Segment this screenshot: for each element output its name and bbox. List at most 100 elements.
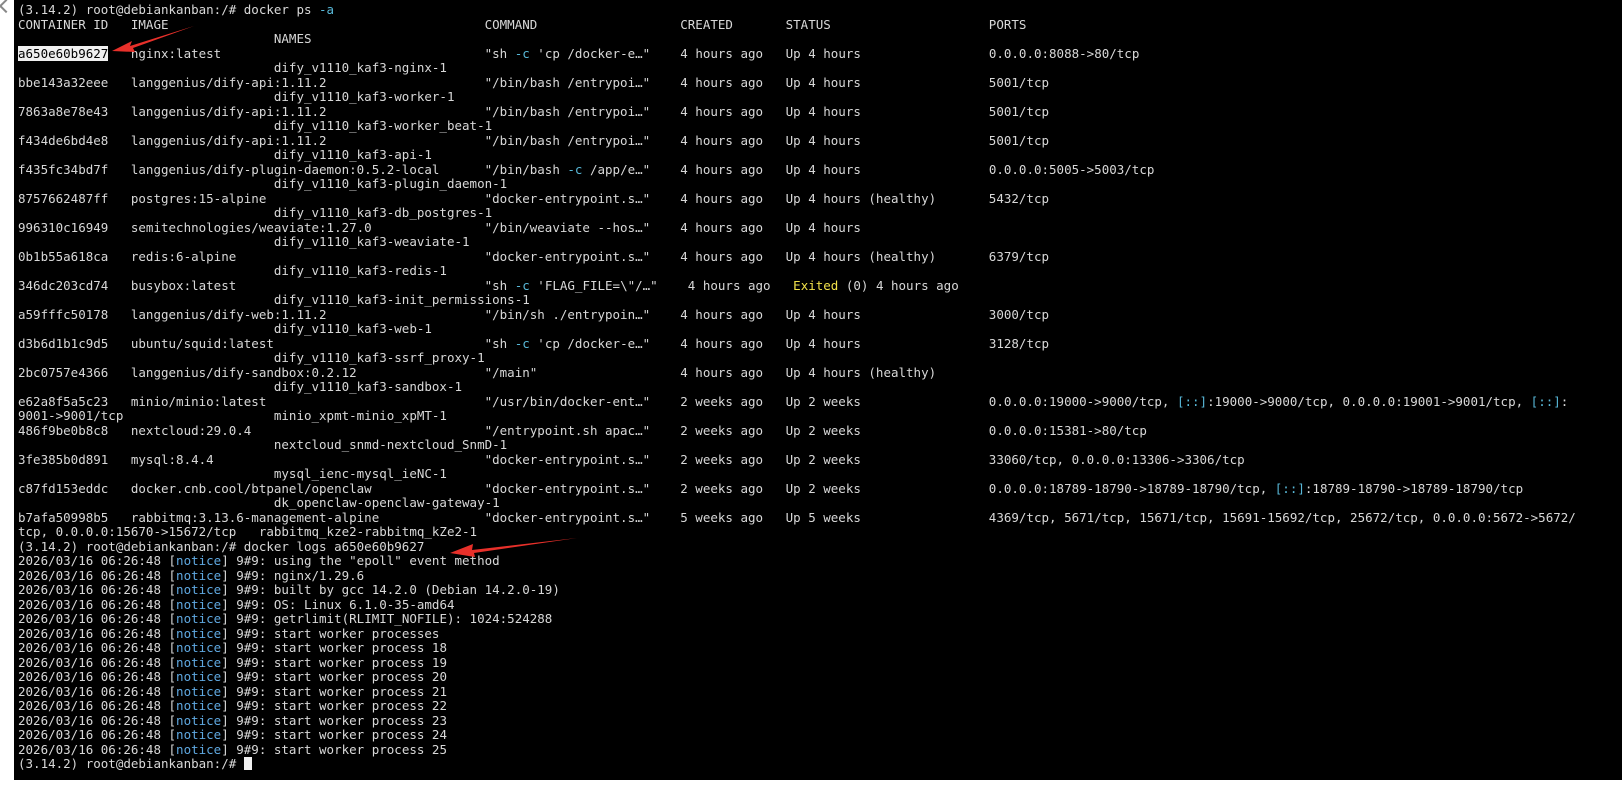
terminal-text-segment: /app/e…" 4 hours ago Up 4 hours 0.0.0.0:… [582,161,1155,177]
terminal-text-segment: 996310c16949 semitechnologies/weaviate:1… [18,219,861,235]
terminal-text-segment: CONTAINER ID IMAGE COMMAND CREATED STATU… [18,16,1027,32]
terminal-window[interactable]: (3.14.2) root@debiankanban:/# docker ps … [14,0,1622,780]
collapse-chevron-icon[interactable] [0,0,14,14]
terminal-text-segment: 'cp /docker-e…" 4 hours ago Up 4 hours 3… [529,335,1050,351]
terminal-text-segment: 2026/03/16 06:26:48 [ [18,640,177,655]
terminal-text-segment: 2026/03/16 06:26:48 [ [18,625,177,641]
terminal-text-segment: 'FLAG_FILE=\"/…" 4 hours ago [529,277,794,293]
terminal-line: nextcloud_snmd-nextcloud_SnmD-1 [18,437,1622,453]
terminal-line: 2026/03/16 06:26:48 [notice] 9#9: start … [18,640,1622,656]
terminal-line: 2026/03/16 06:26:48 [notice] 9#9: start … [18,625,1622,642]
terminal-text-segment: 0b1b55a618ca redis:6-alpine "docker-entr… [18,248,1050,264]
terminal-text-segment: ] 9#9: using the "epoll" event method [221,553,500,568]
terminal-text-segment: notice [176,712,222,728]
terminal-text-segment: (3.14.2) root@debiankanban:/# docker log… [18,538,425,554]
text-cursor [243,757,252,770]
terminal-text-segment: dify_v1110_kaf3-nginx-1 [18,60,447,75]
terminal-text-segment: -c [514,277,530,293]
terminal-line: dk_openclaw-openclaw-gateway-1 [18,495,1622,511]
terminal-text-segment: 2026/03/16 06:26:48 [ [18,654,177,670]
terminal-line: 2026/03/16 06:26:48 [notice] 9#9: start … [18,727,1622,743]
terminal-text-segment: dify_v1110_kaf3-weaviate-1 [18,234,470,249]
terminal-line: a650e60b9627 nginx:latest "sh -c 'cp /do… [18,45,1622,62]
terminal-line: b7afa50998b5 rabbitmq:3.13.6-management-… [18,509,1622,526]
terminal-line: dify_v1110_kaf3-web-1 [18,321,1622,337]
terminal-text-segment: notice [176,669,222,684]
terminal-text-segment: 2026/03/16 06:26:48 [ [18,741,177,757]
terminal-line: dify_v1110_kaf3-ssrf_proxy-1 [18,350,1622,366]
terminal-text-segment: ] 9#9: start worker processes [221,625,440,641]
terminal-text-segment: 2026/03/16 06:26:48 [ [18,669,177,684]
terminal-line: 0b1b55a618ca redis:6-alpine "docker-entr… [18,248,1622,265]
terminal-output[interactable]: (3.14.2) root@debiankanban:/# docker ps … [18,2,1622,772]
terminal-text-segment: 2026/03/16 06:26:48 [ [18,727,177,742]
terminal-text-segment: notice [176,611,222,626]
terminal-line: 2026/03/16 06:26:48 [notice] 9#9: using … [18,553,1622,569]
terminal-text-segment: dify_v1110_kaf3-sandbox-1 [18,379,463,394]
terminal-line: 2026/03/16 06:26:48 [notice] 9#9: start … [18,698,1622,714]
terminal-text-segment: -c [514,45,530,61]
terminal-text-segment: -a [319,2,335,17]
terminal-text-segment: notice [176,727,222,742]
terminal-text-segment: dify_v1110_kaf3-web-1 [18,321,432,336]
terminal-line: dify_v1110_kaf3-nginx-1 [18,60,1622,76]
terminal-text-segment: ] 9#9: start worker process 24 [221,727,447,742]
terminal-text-segment: notice [176,683,222,699]
terminal-text-segment: 2026/03/16 06:26:48 [ [18,567,177,583]
terminal-text-segment: notice [176,640,222,655]
terminal-text-segment: : [1560,393,1569,409]
terminal-line: mysql_ienc-mysql_ieNC-1 [18,466,1622,482]
terminal-line: 3fe385b0d891 mysql:8.4.4 "docker-entrypo… [18,452,1622,468]
terminal-text-segment: [::] [1530,393,1561,409]
terminal-text-segment: notice [176,553,222,568]
terminal-line: 996310c16949 semitechnologies/weaviate:1… [18,219,1622,236]
terminal-text-segment: ] 9#9: start worker process 22 [221,698,447,713]
terminal-text-segment: nginx:latest "sh [108,45,515,61]
terminal-text-segment: bbe143a32eee langgenius/dify-api:1.11.2 … [18,74,1050,90]
terminal-line: 2026/03/16 06:26:48 [notice] 9#9: nginx/… [18,567,1622,584]
terminal-line: 346dc203cd74 busybox:latest "sh -c 'FLAG… [18,277,1622,294]
terminal-line: (3.14.2) root@debiankanban:/# docker ps … [18,2,1622,18]
terminal-text-segment: 9001->9001/tcp minio_xpmt-minio_xpMT-1 [18,408,447,423]
terminal-text-segment: a59fffc50178 langgenius/dify-web:1.11.2 … [18,306,1050,322]
terminal-line: dify_v1110_kaf3-init_permissions-1 [18,292,1622,308]
terminal-text-segment: dify_v1110_kaf3-worker-1 [18,89,455,104]
terminal-line: 2026/03/16 06:26:48 [notice] 9#9: OS: Li… [18,596,1622,613]
terminal-line: 2026/03/16 06:26:48 [notice] 9#9: built … [18,582,1622,598]
terminal-text-segment: notice [176,596,222,612]
terminal-text-segment: dify_v1110_kaf3-plugin_daemon-1 [18,176,508,191]
terminal-line: CONTAINER ID IMAGE COMMAND CREATED STATU… [18,16,1622,33]
terminal-text-segment: 2026/03/16 06:26:48 [ [18,553,177,568]
terminal-line: dify_v1110_kaf3-plugin_daemon-1 [18,176,1622,192]
terminal-text-segment: tcp, 0.0.0.0:15670->15672/tcp rabbitmq_k… [18,524,478,539]
terminal-text-segment: notice [176,698,222,713]
terminal-line: 486f9be0b8c8 nextcloud:29.0.4 "/entrypoi… [18,423,1622,439]
terminal-line: d3b6d1b1c9d5 ubuntu/squid:latest "sh -c … [18,335,1622,352]
terminal-text-segment: mysql_ienc-mysql_ieNC-1 [18,466,447,481]
terminal-line: 2026/03/16 06:26:48 [notice] 9#9: getrli… [18,611,1622,627]
terminal-line: 2026/03/16 06:26:48 [notice] 9#9: start … [18,683,1622,700]
terminal-line: dify_v1110_kaf3-worker-1 [18,89,1622,105]
terminal-text-segment: dify_v1110_kaf3-init_permissions-1 [18,292,530,307]
terminal-text-segment: [::] [1176,393,1208,409]
terminal-text-segment: f434de6bd4e8 langgenius/dify-api:1.11.2 … [18,132,1050,148]
terminal-text-segment: ] 9#9: start worker process 23 [221,712,447,728]
terminal-line: 2bc0757e4366 langgenius/dify-sandbox:0.2… [18,365,1622,381]
terminal-line: (3.14.2) root@debiankanban:/# [18,756,1622,772]
terminal-bottom-strip [14,780,1622,807]
terminal-text-segment: nextcloud_snmd-nextcloud_SnmD-1 [18,437,508,452]
terminal-text-segment: ] 9#9: start worker process 21 [221,683,447,699]
terminal-text-segment: 346dc203cd74 busybox:latest "sh [18,277,515,293]
terminal-text-segment: Exited [793,277,839,293]
terminal-line: 2026/03/16 06:26:48 [notice] 9#9: start … [18,712,1622,729]
terminal-line: f434de6bd4e8 langgenius/dify-api:1.11.2 … [18,132,1622,149]
terminal-line: dify_v1110_kaf3-redis-1 [18,263,1622,279]
terminal-text-segment: f435fc34bd7f langgenius/dify-plugin-daem… [18,161,568,177]
terminal-line: dify_v1110_kaf3-worker_beat-1 [18,118,1622,134]
terminal-text-segment: 'cp /docker-e…" 4 hours ago Up 4 hours 0… [529,45,1140,61]
terminal-text-segment: notice [176,625,222,641]
terminal-text-segment: (3.14.2) root@debiankanban:/# docker ps [18,2,320,17]
terminal-text-segment: dk_openclaw-openclaw-gateway-1 [18,495,500,510]
terminal-text-segment: b7afa50998b5 rabbitmq:3.13.6-management-… [18,509,1576,525]
terminal-text-segment: notice [176,582,222,597]
